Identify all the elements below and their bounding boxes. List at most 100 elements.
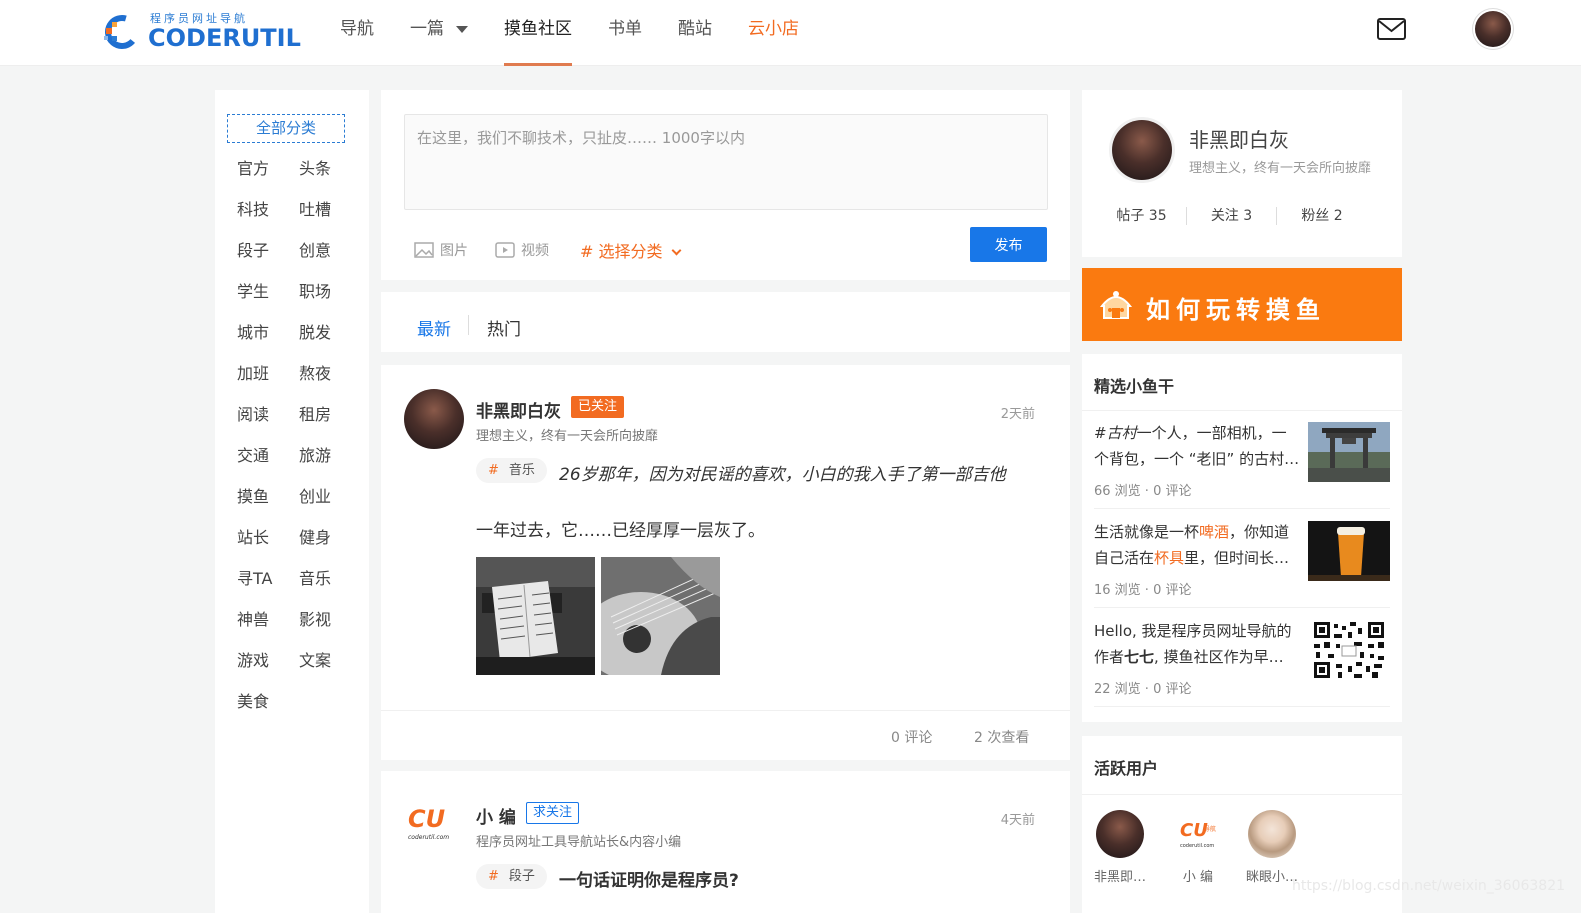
category-item[interactable]: 寻TA xyxy=(237,568,299,589)
chevron-down-icon xyxy=(671,245,681,256)
profile-name[interactable]: 非黑即白灰 xyxy=(1189,124,1289,153)
category-item[interactable]: 脱发 xyxy=(299,322,361,343)
post-textarea[interactable]: 在这里，我们不聊技术，只扯皮…… 1000字以内 xyxy=(404,114,1048,210)
tag-hash: # xyxy=(488,463,499,478)
category-item[interactable]: 创意 xyxy=(299,240,361,261)
user-avatar[interactable] xyxy=(1475,11,1511,47)
post-image-sheet-music[interactable] xyxy=(476,557,595,675)
cu-logo-text: CU xyxy=(408,805,446,833)
image-icon xyxy=(414,242,434,258)
tab-divider xyxy=(468,315,469,335)
follow-badge[interactable]: 已关注 xyxy=(571,396,625,418)
category-item[interactable]: 加班 xyxy=(237,363,299,384)
post-tag[interactable]: # 段子 xyxy=(476,864,547,889)
category-item[interactable]: 交通 xyxy=(237,445,299,466)
category-item[interactable]: 熬夜 xyxy=(299,363,361,384)
follow-button[interactable]: 求关注 xyxy=(526,802,580,824)
nav-item-community[interactable]: 摸鱼社区 xyxy=(504,0,572,66)
category-item[interactable]: 创业 xyxy=(299,486,361,507)
category-item[interactable]: 学生 xyxy=(237,281,299,302)
post-title[interactable]: 一句话证明你是程序员? xyxy=(559,866,739,891)
image-button[interactable]: 图片 xyxy=(414,240,468,260)
featured-item[interactable]: 生活就像是一杯啤酒，你知道自己活在杯具里，但时间长… 16 浏览 · 0 评论 xyxy=(1094,519,1390,609)
featured-item[interactable]: Hello, 我是程序员网址导航的作者七七, 摸鱼社区作为早… 22 浏览 · … xyxy=(1094,618,1390,708)
nav-item-yipian[interactable]: 一篇 xyxy=(410,0,468,66)
category-item[interactable]: 吐槽 xyxy=(299,199,361,220)
category-item[interactable]: 段子 xyxy=(237,240,299,261)
comment-count[interactable]: 0 评论 xyxy=(891,727,932,747)
author-name[interactable]: 小 编 xyxy=(476,803,516,828)
category-item[interactable]: 旅游 xyxy=(299,445,361,466)
category-item[interactable]: 官方 xyxy=(237,158,299,179)
how-to-banner[interactable]: 如何玩转摸鱼 xyxy=(1082,268,1402,341)
banner-title: 如何玩转摸鱼 xyxy=(1146,296,1326,324)
category-item[interactable]: 摸鱼 xyxy=(237,486,299,507)
category-item[interactable]: 美食 xyxy=(237,691,299,712)
category-item[interactable]: 租房 xyxy=(299,404,361,425)
highlight-term: 杯具 xyxy=(1154,549,1185,567)
post-image-guitar[interactable] xyxy=(601,557,720,675)
stat-posts[interactable]: 帖子 35 xyxy=(1097,207,1187,225)
category-item[interactable]: 科技 xyxy=(237,199,299,220)
category-item[interactable]: 头条 xyxy=(299,158,361,179)
featured-item-text: 生活就像是一杯啤酒，你知道自己活在杯具里，但时间长… xyxy=(1094,519,1300,571)
mail-icon[interactable] xyxy=(1377,18,1406,40)
post-body: 一年过去，它……已经厚厚一层灰了。 xyxy=(476,521,765,541)
post-composer: 在这里，我们不聊技术，只扯皮…… 1000字以内 图片 视频 # 选择分类 发布 xyxy=(381,90,1070,280)
category-item[interactable]: 城市 xyxy=(237,322,299,343)
nav-item-booklist[interactable]: 书单 xyxy=(608,0,642,66)
post-title[interactable]: 26岁那年，因为对民谣的喜欢，小白的我入手了第一部吉他 xyxy=(559,460,1006,485)
cu-logo-caption: coderutil.com xyxy=(408,834,450,841)
category-item[interactable]: 影视 xyxy=(299,609,361,630)
category-item[interactable]: 文案 xyxy=(299,650,361,671)
active-user[interactable]: 眯眼小… xyxy=(1242,810,1302,885)
item-divider xyxy=(1094,508,1390,509)
profile-card: 非黑即白灰 理想主义，终有一天会所向披靡 帖子 35 关注 3 粉丝 2 xyxy=(1082,90,1402,257)
category-item[interactable]: 站长 xyxy=(237,527,299,548)
active-user-avatar xyxy=(1248,810,1296,858)
cu-logo-tag: 导航 xyxy=(1204,826,1217,833)
tab-hot[interactable]: 热门 xyxy=(487,315,521,340)
stat-followers[interactable]: 粉丝 2 xyxy=(1277,207,1367,225)
category-item[interactable]: 神兽 xyxy=(237,609,299,630)
post-footer-divider xyxy=(381,710,1070,711)
cu-logo-caption: coderutil.com xyxy=(1180,843,1215,849)
category-select[interactable]: # 选择分类 xyxy=(580,238,681,262)
view-count: 2 次查看 xyxy=(974,730,1030,746)
featured-item[interactable]: #古村一个人，一部相机，一个背包，一个 “老旧” 的古村… 66 浏览 · 0 … xyxy=(1094,420,1390,510)
logo-wordmark: CODERUTIL xyxy=(148,24,301,52)
qr-code-icon xyxy=(1308,620,1390,680)
video-button[interactable]: 视频 xyxy=(495,240,549,260)
profile-bio: 理想主义，终有一天会所向披靡 xyxy=(1189,161,1372,176)
active-user[interactable]: 非黑即… xyxy=(1090,810,1150,885)
tab-latest[interactable]: 最新 xyxy=(417,315,451,340)
author-avatar[interactable] xyxy=(404,389,464,449)
category-item[interactable]: 阅读 xyxy=(237,404,299,425)
post-tag[interactable]: # 音乐 xyxy=(476,458,547,483)
stat-following[interactable]: 关注 3 xyxy=(1187,207,1277,225)
nav-label: 导航 xyxy=(340,19,374,39)
active-user[interactable]: CU 导航 coderutil.com 小 编 xyxy=(1168,810,1228,885)
author-name[interactable]: 非黑即白灰 xyxy=(476,397,561,422)
featured-item-excerpt: 里，但时间长… xyxy=(1184,549,1290,567)
author-avatar[interactable]: CU coderutil.com xyxy=(404,795,464,855)
author-bio: 程序员网址工具导航站长&内容小编 xyxy=(476,835,682,850)
category-item[interactable]: 职场 xyxy=(299,281,361,302)
category-item[interactable]: 音乐 xyxy=(299,568,361,589)
active-user-name: 小 编 xyxy=(1182,870,1214,885)
category-item[interactable]: 游戏 xyxy=(237,650,299,671)
category-item[interactable]: 健身 xyxy=(299,527,361,548)
publish-button[interactable]: 发布 xyxy=(970,227,1047,262)
nav-label: 摸鱼社区 xyxy=(504,19,572,39)
profile-avatar[interactable] xyxy=(1112,120,1172,180)
section-divider xyxy=(1082,794,1402,795)
tag-label: 音乐 xyxy=(508,463,535,478)
logo-mark-icon xyxy=(104,15,139,49)
nav-item-shop[interactable]: 云小店 xyxy=(748,0,799,66)
category-all-button[interactable]: 全部分类 xyxy=(227,114,345,143)
nav-item-cool-sites[interactable]: 酷站 xyxy=(678,0,712,66)
site-logo[interactable]: 程序员网址导航 CODERUTIL xyxy=(104,10,301,52)
section-divider xyxy=(1082,410,1402,411)
featured-item-meta: 66 浏览 · 0 评论 xyxy=(1094,484,1192,499)
nav-item-nav[interactable]: 导航 xyxy=(340,0,374,66)
